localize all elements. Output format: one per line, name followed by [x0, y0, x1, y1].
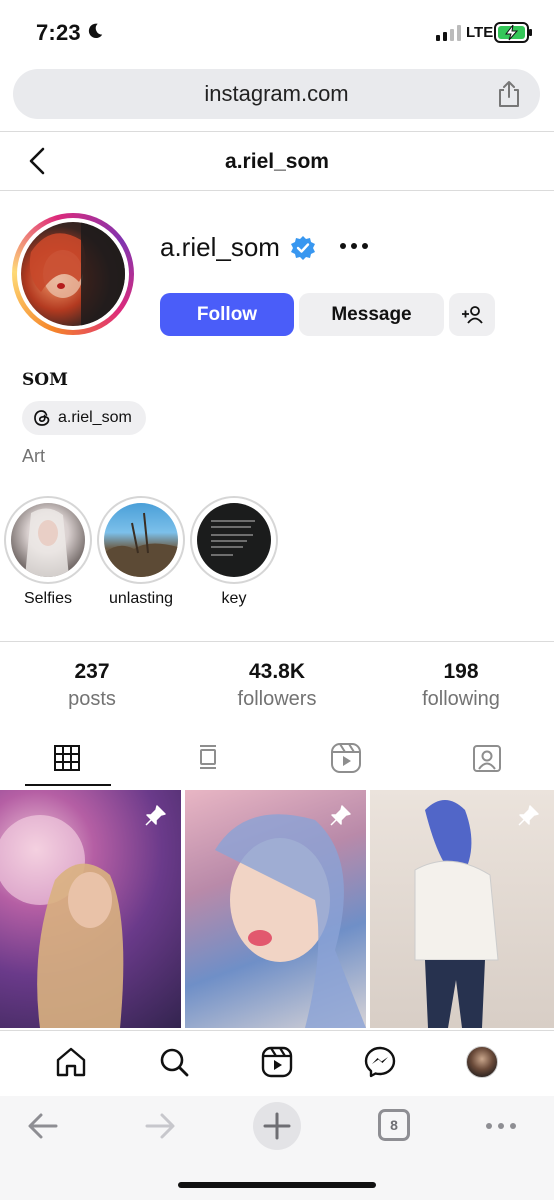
follow-button[interactable]: Follow — [160, 293, 294, 336]
posts-stat: 237 posts — [2, 660, 182, 711]
divider — [0, 190, 554, 191]
tabs-button[interactable]: 8 — [378, 1109, 410, 1141]
more-options-icon[interactable] — [339, 242, 369, 250]
posts-count: 237 — [74, 660, 110, 683]
home-icon[interactable] — [54, 1045, 88, 1079]
tab-posts-grid[interactable] — [47, 738, 87, 778]
threads-link[interactable]: a.riel_som — [22, 401, 146, 435]
verified-badge-icon — [291, 236, 315, 260]
tab-reels[interactable] — [326, 738, 366, 778]
following-stat[interactable]: 198 following — [371, 660, 551, 711]
browser-forward-icon[interactable] — [143, 1106, 177, 1146]
status-bar: 7:23 LTE — [0, 0, 554, 64]
pin-icon — [145, 805, 166, 826]
highlight-ring[interactable] — [4, 496, 92, 584]
feed-icon — [200, 745, 216, 769]
following-count[interactable]: 198 — [371, 660, 551, 684]
home-indicator — [178, 1182, 376, 1188]
threads-icon — [34, 410, 50, 426]
profile-username: a.riel_som — [160, 232, 280, 262]
search-icon[interactable] — [157, 1045, 191, 1079]
followers-count[interactable]: 43.8K — [187, 660, 367, 684]
highlight-label: Selfies — [23, 590, 73, 607]
moon-icon — [88, 23, 103, 39]
active-tab-indicator — [25, 784, 111, 786]
browser-back-icon[interactable] — [26, 1106, 60, 1146]
more-menu-icon[interactable] — [484, 1106, 518, 1146]
tab-feed[interactable] — [188, 738, 228, 778]
profile-avatar-nav[interactable] — [466, 1046, 498, 1078]
highlight-item[interactable]: unlasting — [97, 496, 185, 608]
network-label: LTE — [466, 24, 494, 41]
add-person-icon — [462, 305, 483, 324]
message-button[interactable]: Message — [299, 293, 444, 336]
highlight-ring[interactable] — [97, 496, 185, 584]
address-bar[interactable]: instagram.com — [13, 69, 540, 119]
new-tab-button[interactable] — [253, 1102, 301, 1150]
post-thumbnail[interactable] — [370, 790, 554, 1028]
tagged-icon — [473, 745, 501, 772]
pin-icon — [330, 805, 351, 826]
followers-stat[interactable]: 43.8K followers — [187, 660, 367, 711]
posts-label: posts — [68, 688, 116, 710]
highlight-ring[interactable] — [190, 496, 278, 584]
url-text[interactable]: instagram.com — [13, 81, 540, 107]
suggested-users-button[interactable] — [449, 293, 495, 336]
followers-label[interactable]: followers — [187, 688, 367, 711]
messenger-icon[interactable] — [363, 1045, 397, 1079]
highlight-item[interactable]: key — [190, 496, 278, 608]
signal-icon — [436, 25, 461, 41]
following-label[interactable]: following — [371, 688, 551, 711]
page-title: a.riel_som — [225, 150, 329, 173]
divider — [0, 131, 554, 132]
highlight-item[interactable]: Selfies — [4, 496, 92, 608]
post-thumbnail[interactable] — [0, 790, 181, 1028]
divider — [0, 1030, 554, 1031]
pin-icon — [518, 805, 539, 826]
share-icon[interactable] — [496, 80, 522, 108]
reels-icon — [331, 743, 361, 773]
highlight-label: unlasting — [108, 590, 174, 607]
profile-full-name: SOM — [22, 370, 68, 390]
threads-handle: a.riel_som — [58, 409, 132, 426]
reels-icon[interactable] — [260, 1045, 294, 1079]
post-thumbnail[interactable] — [185, 790, 366, 1028]
battery-charging-icon — [494, 22, 532, 43]
status-time: 7:23 — [36, 20, 81, 45]
highlight-label: key — [221, 590, 247, 607]
tab-tagged[interactable] — [467, 738, 507, 778]
profile-avatar[interactable] — [21, 222, 125, 326]
profile-avatar-ring[interactable] — [12, 213, 134, 335]
plus-icon — [263, 1112, 291, 1140]
profile-category: Art — [22, 446, 46, 466]
grid-icon — [54, 745, 80, 771]
divider — [0, 641, 554, 642]
